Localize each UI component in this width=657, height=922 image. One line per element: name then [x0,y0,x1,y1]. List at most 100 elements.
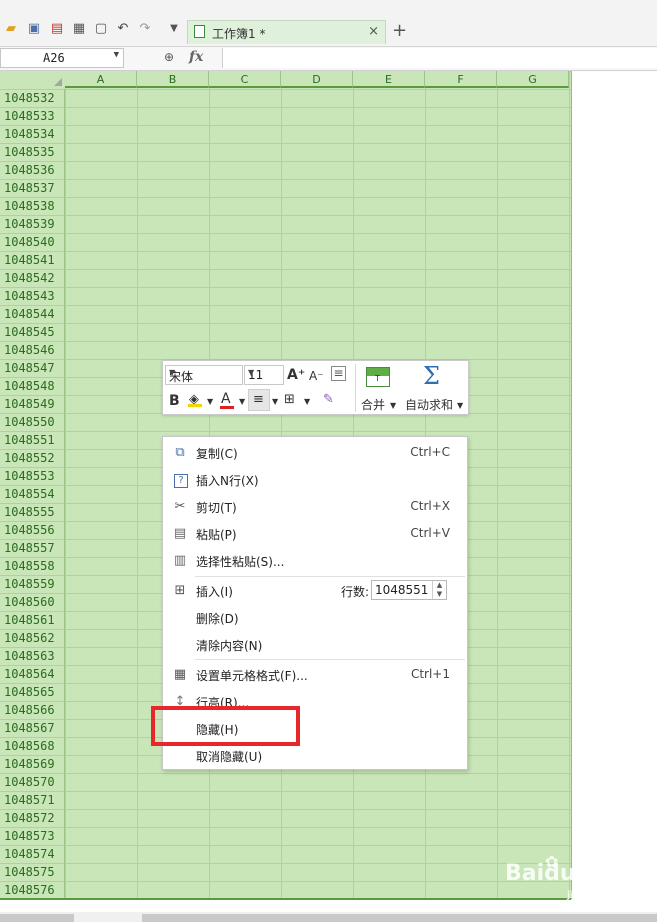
row-header[interactable]: 1048547 [0,359,65,377]
column-header[interactable]: F [425,71,497,88]
menu-item-clear-contents[interactable]: 清除内容(N) [163,631,467,658]
row-header[interactable]: 1048543 [0,287,65,305]
horizontal-scrollbar[interactable] [0,912,657,922]
row-header[interactable]: 1048533 [0,107,65,125]
align-center-button[interactable]: ≡ [248,389,270,411]
format-painter-icon[interactable]: ✎ [323,392,334,408]
decrease-font-icon[interactable]: A⁻ [309,368,324,384]
chevron-down-icon[interactable]: ▼ [169,368,240,377]
row-header[interactable]: 1048540 [0,233,65,251]
row-header[interactable]: 1048556 [0,521,65,539]
borders-icon[interactable]: ⊞ [284,392,295,408]
row-header[interactable]: 1048536 [0,161,65,179]
row-header[interactable]: 1048552 [0,449,65,467]
column-header[interactable]: G [497,71,569,88]
add-tab-button[interactable]: + [392,20,407,42]
row-header[interactable]: 1048544 [0,305,65,323]
menu-item-format-cells[interactable]: ▦ 设置单元格格式(F)... Ctrl+1 [163,661,467,688]
font-color-icon[interactable]: A [221,391,231,407]
row-header[interactable]: 1048545 [0,323,65,341]
row-header[interactable]: 1048558 [0,557,65,575]
print-preview-icon[interactable]: ▢ [94,22,108,36]
print-icon[interactable]: ▦ [72,22,86,36]
chevron-down-icon[interactable]: ▼ [304,394,310,410]
close-icon[interactable]: × [368,24,379,39]
row-header[interactable]: 1048565 [0,683,65,701]
row-header[interactable]: 1048535 [0,143,65,161]
row-header[interactable]: 1048563 [0,647,65,665]
select-all-corner[interactable] [0,71,66,88]
undo-icon[interactable]: ↶ [116,22,130,36]
row-header[interactable]: 1048564 [0,665,65,683]
font-select[interactable]: 宋体 ▼ [165,365,243,385]
row-header[interactable]: 1048560 [0,593,65,611]
save-icon[interactable]: ▣ [27,22,41,36]
sheet-tab-area[interactable] [0,914,74,922]
menu-item-paste[interactable]: ▤ 粘贴(P) Ctrl+V [163,520,467,547]
chevron-down-icon[interactable]: ▼ [272,394,278,410]
row-header[interactable]: 1048539 [0,215,65,233]
menu-item-delete[interactable]: 删除(D) [163,604,467,631]
row-header[interactable]: 1048559 [0,575,65,593]
row-header[interactable]: 1048532 [0,89,65,107]
row-header[interactable]: 1048571 [0,791,65,809]
column-header[interactable]: B [137,71,209,88]
merge-icon[interactable]: T [366,367,390,387]
row-header[interactable]: 1048568 [0,737,65,755]
row-header[interactable]: 1048538 [0,197,65,215]
row-header[interactable]: 1048576 [0,881,65,899]
increase-font-icon[interactable]: A⁺ [287,367,305,383]
open-folder-icon[interactable]: ▰ [4,22,18,36]
rows-spinner[interactable]: ▲ ▼ [432,581,446,599]
menu-item-cut[interactable]: ✂ 剪切(T) Ctrl+X [163,493,467,520]
rows-count-input[interactable]: 1048551 ▲ ▼ [371,580,447,600]
row-header[interactable]: 1048575 [0,863,65,881]
fx-icon[interactable]: fx [189,49,203,65]
row-header[interactable]: 1048551 [0,431,65,449]
row-header[interactable]: 1048569 [0,755,65,773]
menu-item-unhide[interactable]: 取消隐藏(U) [163,742,467,769]
column-header[interactable]: A [65,71,137,88]
bold-icon[interactable]: B [169,393,180,409]
dropdown-icon[interactable]: ▼ [167,22,181,36]
merge-label[interactable]: 合并 [361,396,385,413]
row-header[interactable]: 1048546 [0,341,65,359]
chevron-down-icon[interactable]: ▼ [390,398,396,414]
menu-item-copy[interactable]: ⧉ 复制(C) Ctrl+C [163,439,467,466]
row-header[interactable]: 1048550 [0,413,65,431]
row-header[interactable]: 1048572 [0,809,65,827]
zoom-search-icon[interactable]: ⊕ [164,50,174,64]
row-header[interactable]: 1048561 [0,611,65,629]
row-header[interactable]: 1048553 [0,467,65,485]
row-header[interactable]: 1048573 [0,827,65,845]
name-box[interactable]: A26 ▼ [0,48,124,68]
row-header[interactable]: 1048567 [0,719,65,737]
wrap-text-icon[interactable]: ≡ [331,366,346,381]
column-header[interactable]: C [209,71,281,88]
menu-item-insert-n-rows[interactable]: ? 插入N行(X) [163,466,467,493]
row-header[interactable]: 1048562 [0,629,65,647]
row-header[interactable]: 1048549 [0,395,65,413]
row-header[interactable]: 1048557 [0,539,65,557]
menu-item-insert[interactable]: ⊞ 插入(I) 行数: 1048551 ▲ ▼ [163,577,467,604]
row-header[interactable]: 1048542 [0,269,65,287]
menu-item-paste-special[interactable]: ▥ 选择性粘贴(S)... [163,547,467,574]
export-pdf-icon[interactable]: ▤ [50,22,64,36]
chevron-down-icon[interactable]: ▼ [457,398,463,414]
autosum-icon[interactable]: Σ [423,363,440,389]
column-header[interactable]: E [353,71,425,88]
chevron-down-icon[interactable]: ▼ [207,394,213,410]
row-header[interactable]: 1048574 [0,845,65,863]
scroll-thumb[interactable] [142,914,657,922]
font-size-select[interactable]: 11 ▼ [244,365,284,385]
row-header[interactable]: 1048541 [0,251,65,269]
tab-workbook1[interactable]: 工作簿1 * × [187,20,386,44]
row-header[interactable]: 1048537 [0,179,65,197]
row-header[interactable]: 1048534 [0,125,65,143]
chevron-down-icon[interactable]: ▼ [239,394,245,410]
row-header[interactable]: 1048555 [0,503,65,521]
row-header[interactable]: 1048548 [0,377,65,395]
chevron-down-icon[interactable]: ▼ [248,368,281,377]
autosum-label[interactable]: 自动求和 [405,396,453,413]
redo-icon[interactable]: ↷ [138,22,152,36]
